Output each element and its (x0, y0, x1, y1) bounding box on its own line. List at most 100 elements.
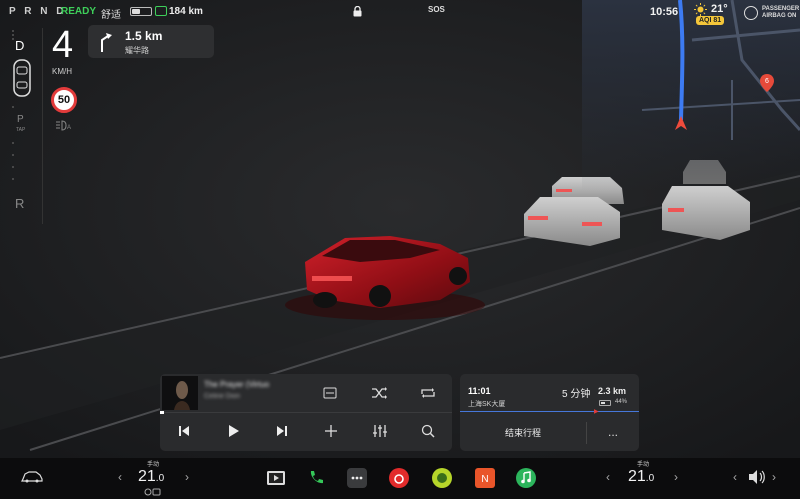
gear-indicator: P R N D (9, 6, 67, 17)
passenger-temp-up-icon[interactable]: › (674, 470, 678, 484)
driver-hvac-mode[interactable]: 手动 (147, 459, 159, 468)
car-topview-icon (13, 59, 31, 97)
gear-selector[interactable]: D P TAP R (0, 24, 44, 224)
arrival-battery-percent: 44% (615, 399, 628, 405)
album-art[interactable] (162, 376, 198, 410)
trip-more-button[interactable]: ... (598, 418, 628, 448)
equalizer-icon[interactable] (369, 420, 391, 442)
next-track-icon[interactable] (271, 420, 293, 442)
sos-button[interactable]: SOS (428, 5, 445, 14)
speed-limit-sign: 50 (51, 87, 77, 113)
add-icon[interactable] (320, 420, 342, 442)
vehicle-display: 6 P R N D READY 舒适 184 km SOS 10:56 21° … (0, 0, 800, 499)
arrival-battery-fill (601, 402, 605, 404)
status-bar: P R N D READY 舒适 184 km SOS 10:56 21° AQ… (0, 0, 800, 25)
search-icon[interactable] (417, 420, 439, 442)
ready-status: READY (61, 6, 97, 17)
gear-dot (12, 106, 14, 108)
driver-temperature[interactable]: 21.0 (138, 468, 164, 486)
passenger-temp-down-icon[interactable]: ‹ (606, 470, 610, 484)
airbag-line-1: PASSENGER (762, 6, 800, 12)
gear-divider (42, 28, 43, 224)
arrival-time: 11:01 (468, 386, 491, 396)
outside-temperature: 21° (711, 3, 728, 15)
arrival-battery-icon (599, 400, 611, 406)
clock: 10:56 (650, 6, 679, 18)
turn-instruction-card[interactable]: 1.5 km 耀华路 (88, 25, 214, 58)
passenger-temp-decimal: .0 (645, 473, 655, 484)
svg-text:N: N (481, 474, 488, 485)
gear-d[interactable]: D (15, 38, 24, 53)
svg-text:A: A (67, 125, 71, 131)
speed-unit: KM/H (52, 67, 72, 76)
previous-track-icon[interactable] (173, 420, 195, 442)
passenger-hvac-mode[interactable]: 手动 (637, 459, 649, 468)
drive-mode[interactable]: 舒适 (101, 6, 121, 21)
auto-headlight-icon: A (56, 120, 71, 131)
bottom-bar: ‹ 手动 21.0 › N ‹ 手动 21.0 › ‹ › (0, 458, 800, 499)
vehicle-ahead (662, 186, 750, 240)
video-app-icon[interactable] (265, 467, 287, 489)
play-icon[interactable] (222, 420, 244, 442)
lock-icon[interactable] (353, 6, 362, 17)
media-divider (160, 412, 452, 413)
gear-dot (12, 154, 14, 156)
gear-dot (12, 166, 14, 168)
volume-down-icon[interactable]: ‹ (733, 470, 737, 484)
range-readout: 184 km (169, 6, 203, 17)
driver-temp-up-icon[interactable]: › (185, 470, 189, 484)
turn-left-icon (101, 33, 112, 52)
gear-tap-hint: TAP (16, 127, 26, 133)
music-app-icon[interactable] (515, 467, 537, 489)
playback-progress[interactable] (160, 411, 164, 414)
turn-distance: 1.5 km (125, 29, 163, 43)
trip-divider (586, 422, 587, 444)
track-artist: Celine Dion (204, 393, 241, 400)
aqi-badge: AQI 81 (696, 16, 725, 25)
turn-road-name: 耀华路 (125, 46, 149, 55)
trip-eta: 5 分钟 (562, 389, 591, 400)
driver-temp-down-icon[interactable]: ‹ (118, 470, 122, 484)
end-trip-button[interactable]: 结束行程 (460, 418, 586, 448)
netease-music-icon[interactable] (388, 467, 410, 489)
gear-dot (12, 30, 14, 32)
destination-name: 上海SK大厦 (468, 401, 506, 408)
gear-p[interactable]: P (17, 114, 24, 125)
himalaya-app-icon[interactable] (431, 467, 453, 489)
repeat-icon[interactable] (417, 382, 439, 404)
fan-icon[interactable] (144, 488, 162, 496)
passenger-temperature[interactable]: 21.0 (628, 468, 654, 486)
map-pin-icon[interactable]: 6 (760, 74, 774, 92)
volume-up-icon[interactable]: › (772, 470, 776, 484)
trip-progress-line (460, 411, 639, 412)
phone-app-icon[interactable] (305, 467, 327, 489)
shuffle-icon[interactable] (368, 382, 390, 404)
gear-dot (12, 38, 14, 40)
gear-dot (12, 34, 14, 36)
destination-flag-icon: ▶ (594, 409, 599, 415)
gear-dot (12, 178, 14, 180)
trip-distance: 2.3 km (598, 386, 627, 396)
media-player-card[interactable]: The Prayer (Virtuo Celine Dion (160, 374, 452, 451)
passenger-temp-whole: 21 (628, 468, 646, 485)
car-icon[interactable] (21, 470, 43, 483)
map-pin-label: 6 (765, 78, 769, 85)
charging-icon (155, 6, 167, 16)
speed-value: 4 (52, 24, 74, 66)
lyrics-icon[interactable] (319, 382, 341, 404)
sun-icon (694, 3, 707, 16)
volume-icon[interactable] (747, 469, 767, 485)
news-app-icon[interactable]: N (474, 467, 496, 489)
driver-temp-decimal: .0 (155, 473, 165, 484)
battery-icon (130, 7, 152, 16)
airbag-off-icon (744, 6, 758, 20)
gear-r[interactable]: R (15, 196, 24, 211)
navigation-map[interactable] (582, 0, 800, 190)
trip-card[interactable]: 11:01 上海SK大厦 5 分钟 2.3 km 44% ▶ 结束行程 ... (460, 374, 639, 451)
more-apps-icon[interactable] (346, 467, 368, 489)
airbag-line-2: AIRBAG ON (762, 13, 797, 19)
passenger-airbag-status: PASSENGER AIRBAG ON (762, 6, 799, 20)
gear-dot (12, 142, 14, 144)
driver-temp-whole: 21 (138, 468, 156, 485)
track-title: The Prayer (Virtuo (204, 380, 270, 389)
